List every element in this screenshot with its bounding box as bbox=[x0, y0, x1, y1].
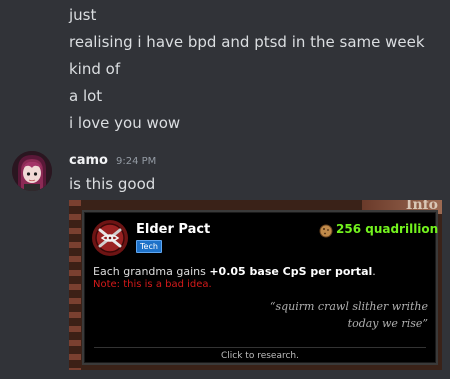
previous-message-5: i love you wow bbox=[69, 114, 181, 132]
cookie-icon bbox=[319, 224, 333, 238]
elder-pact-icon bbox=[92, 220, 128, 256]
upgrade-price: 256 quadrillion bbox=[336, 222, 439, 236]
previous-message-3: kind of bbox=[69, 60, 121, 78]
image-attachment[interactable]: Info Elder Pact Tech 256 quadrillion Eac… bbox=[69, 200, 442, 370]
message-author[interactable]: camo bbox=[69, 153, 108, 168]
upgrade-tooltip: Elder Pact Tech 256 quadrillion Each gra… bbox=[82, 210, 438, 365]
upgrade-quote: “squirm crawl slither writhe today we ri… bbox=[208, 298, 428, 332]
previous-message-1: just bbox=[69, 6, 97, 24]
upgrade-tag: Tech bbox=[136, 240, 162, 253]
avatar-image bbox=[12, 151, 52, 191]
upgrade-description: Each grandma gains +0.05 base CpS per po… bbox=[93, 265, 376, 278]
research-action[interactable]: Click to research. bbox=[84, 351, 436, 361]
quote-line-2: today we rise” bbox=[347, 317, 428, 330]
tooltip-divider bbox=[94, 347, 426, 348]
avatar[interactable] bbox=[12, 151, 52, 191]
previous-message-4: a lot bbox=[69, 87, 103, 105]
description-prefix: Each grandma gains bbox=[93, 265, 210, 278]
description-bold: +0.05 base CpS per portal bbox=[209, 265, 373, 278]
quote-line-1: “squirm crawl slither writhe bbox=[269, 300, 428, 313]
description-suffix: . bbox=[372, 265, 376, 278]
upgrade-title: Elder Pact bbox=[136, 222, 211, 237]
message-timestamp: 9:24 PM bbox=[116, 156, 157, 167]
previous-message-2: realising i have bpd and ptsd in the sam… bbox=[69, 33, 425, 51]
message-text: is this good bbox=[69, 175, 156, 193]
game-background-strip bbox=[69, 200, 81, 370]
upgrade-note: Note: this is a bad idea. bbox=[93, 279, 212, 290]
